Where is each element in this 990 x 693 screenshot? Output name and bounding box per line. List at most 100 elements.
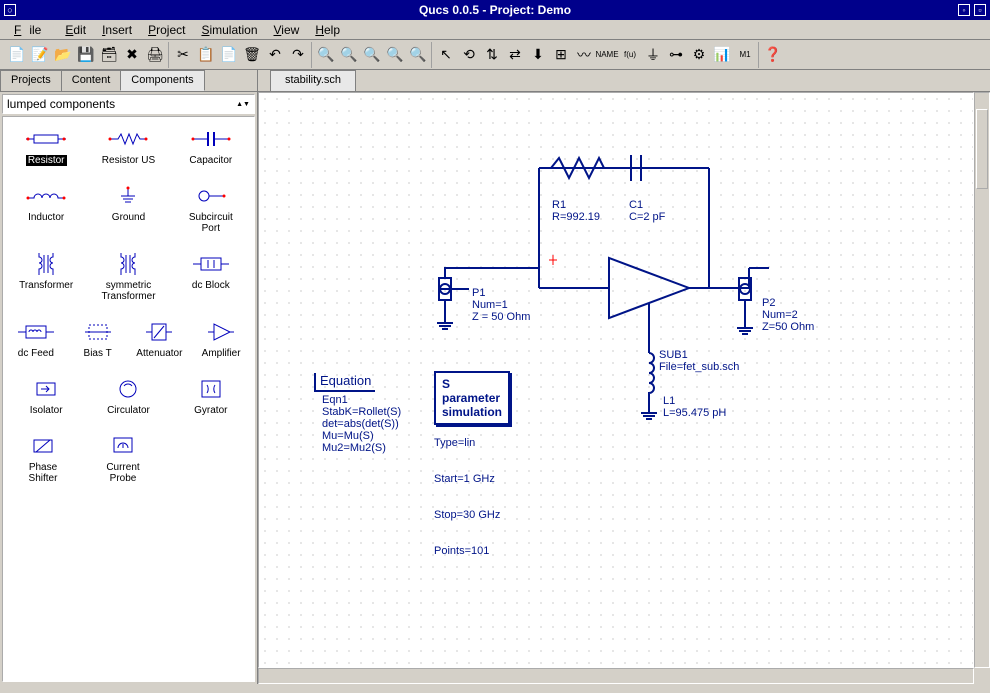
resistor-icon: [16, 125, 76, 153]
component-currentprobe[interactable]: Current Probe: [93, 432, 153, 484]
component-sym-transformer[interactable]: symmetric Transformer: [98, 250, 158, 302]
delete-icon[interactable]: 🗑: [241, 44, 263, 66]
copy-icon[interactable]: 📋: [195, 44, 217, 66]
vertical-scrollbar[interactable]: [974, 92, 990, 668]
zoom-fit-icon[interactable]: 🔍: [384, 44, 406, 66]
menu-help[interactable]: Help: [307, 21, 348, 39]
r1-label: R1R=992.19: [552, 175, 600, 247]
tab-content[interactable]: Content: [61, 70, 122, 91]
equation-block[interactable]: Equation Eqn1 StabK=Rollet(S) det=abs(de…: [314, 373, 401, 454]
help-icon[interactable]: ❓: [762, 44, 784, 66]
component-label: Amplifier: [202, 348, 241, 359]
new-text-icon[interactable]: 📝: [29, 44, 51, 66]
file-tab[interactable]: stability.sch: [270, 70, 356, 91]
component-biast[interactable]: Bias T: [68, 318, 128, 359]
right-panel: stability.sch: [258, 70, 990, 684]
component-label: Inductor: [28, 212, 64, 223]
component-dcfeed[interactable]: dc Feed: [6, 318, 66, 359]
rotate-icon[interactable]: ⟲: [458, 44, 480, 66]
zoom-out-icon[interactable]: 🔍: [361, 44, 383, 66]
mirror-x-icon[interactable]: ⇅: [481, 44, 503, 66]
schematic-canvas[interactable]: R1R=992.19 C1C=2 pF P1Num=1Z = 50 Ohm P2…: [258, 92, 974, 668]
ground-icon[interactable]: ⏚: [642, 44, 664, 66]
component-label: Phase Shifter: [29, 462, 58, 484]
save-icon[interactable]: 💾: [75, 44, 97, 66]
menu-file[interactable]: File: [6, 21, 57, 39]
minimize-icon[interactable]: ◦: [958, 4, 970, 16]
tab-projects[interactable]: Projects: [0, 70, 62, 91]
grid-icon[interactable]: ⊞: [550, 44, 572, 66]
select-icon[interactable]: ↖: [435, 44, 457, 66]
component-resistor-us[interactable]: Resistor US: [98, 125, 158, 166]
tab-components[interactable]: Components: [120, 70, 204, 91]
sysmenu-icon[interactable]: ○: [4, 4, 16, 16]
wire-icon[interactable]: 〰: [573, 44, 595, 66]
mirror-y-icon[interactable]: ⇄: [504, 44, 526, 66]
p1-label: P1Num=1Z = 50 Ohm: [472, 263, 530, 347]
cut-icon[interactable]: ✂: [172, 44, 194, 66]
component-dcblock[interactable]: dc Block: [181, 250, 241, 302]
view-data-icon[interactable]: 📊: [711, 44, 733, 66]
undo-icon[interactable]: ↶: [264, 44, 286, 66]
l1-label: L1L=95.475 pH: [663, 371, 726, 443]
component-circulator[interactable]: Circulator: [98, 375, 158, 416]
print-icon[interactable]: 🖨: [144, 44, 166, 66]
component-category-dropdown[interactable]: lumped components ▲▼: [2, 94, 255, 114]
component-attenuator[interactable]: Attenuator: [129, 318, 189, 359]
sym-transformer-icon: [98, 250, 158, 278]
redo-icon[interactable]: ↷: [287, 44, 309, 66]
simulate-icon[interactable]: ⚙: [688, 44, 710, 66]
zoom-icon[interactable]: 🔍: [315, 44, 337, 66]
new-file-icon[interactable]: 📄: [6, 44, 28, 66]
component-label: Resistor: [26, 155, 67, 166]
marker-icon[interactable]: M1: [734, 44, 756, 66]
maximize-icon[interactable]: ▫: [974, 4, 986, 16]
open-icon[interactable]: 📂: [52, 44, 74, 66]
menu-simulation[interactable]: Simulation: [193, 21, 265, 39]
sparam-block[interactable]: S parameter simulation SP1 Type=lin Star…: [434, 371, 500, 581]
currentprobe-icon: [93, 432, 153, 460]
attenuator-icon: [129, 318, 189, 346]
gyrator-icon: [181, 375, 241, 403]
component-capacitor[interactable]: Capacitor: [181, 125, 241, 166]
save-all-icon[interactable]: 🗃: [98, 44, 120, 66]
ground-icon: [98, 182, 158, 210]
activate-icon[interactable]: ⬇: [527, 44, 549, 66]
menu-project[interactable]: Project: [140, 21, 193, 39]
component-phaseshifter[interactable]: Phase Shifter: [13, 432, 73, 484]
component-label: Circulator: [107, 405, 150, 416]
menu-insert[interactable]: Insert: [94, 21, 140, 39]
component-subcircuit-port[interactable]: Subcircuit Port: [181, 182, 241, 234]
c1-label: C1C=2 pF: [629, 175, 665, 247]
component-label: Transformer: [19, 280, 73, 291]
component-inductor[interactable]: Inductor: [16, 182, 76, 234]
zoom-11-icon[interactable]: 🔍: [407, 44, 429, 66]
dropdown-value: lumped components: [7, 97, 115, 111]
component-label: Resistor US: [102, 155, 155, 166]
menu-edit[interactable]: Edit: [57, 21, 94, 39]
dcfeed-icon: [6, 318, 66, 346]
menu-view[interactable]: View: [266, 21, 308, 39]
transformer-icon: [16, 250, 76, 278]
component-resistor[interactable]: Resistor: [16, 125, 76, 166]
paste-icon[interactable]: 📄: [218, 44, 240, 66]
component-transformer[interactable]: Transformer: [16, 250, 76, 302]
label-icon[interactable]: NAME: [596, 44, 618, 66]
zoom-in-icon[interactable]: 🔍: [338, 44, 360, 66]
isolator-icon: [16, 375, 76, 403]
component-isolator[interactable]: Isolator: [16, 375, 76, 416]
component-ground[interactable]: Ground: [98, 182, 158, 234]
scrollbar-thumb[interactable]: [976, 109, 988, 189]
port-icon[interactable]: ⊶: [665, 44, 687, 66]
left-panel: Projects Content Components lumped compo…: [0, 70, 258, 684]
horizontal-scrollbar[interactable]: [258, 668, 974, 684]
component-label: dc Block: [192, 280, 230, 291]
component-gyrator[interactable]: Gyrator: [181, 375, 241, 416]
menubar: File Edit Insert Project Simulation View…: [0, 20, 990, 40]
component-label: dc Feed: [18, 348, 54, 359]
component-amplifier[interactable]: Amplifier: [191, 318, 251, 359]
component-label: Bias T: [84, 348, 112, 359]
biast-icon: [68, 318, 128, 346]
close-icon[interactable]: ✖: [121, 44, 143, 66]
equation-icon[interactable]: f(u): [619, 44, 641, 66]
